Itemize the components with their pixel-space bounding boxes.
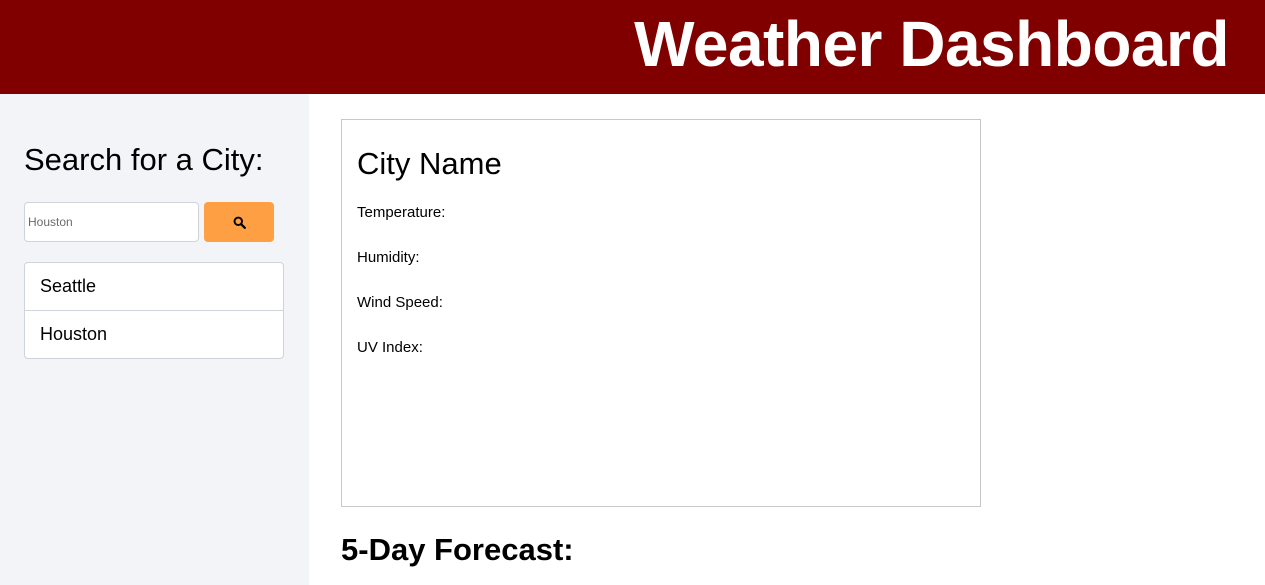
uv-index-label: UV Index: (357, 339, 423, 356)
city-name: City Name (357, 146, 502, 181)
forecast-heading: 5-Day Forecast: (341, 532, 574, 567)
temperature-label: Temperature: (357, 204, 446, 221)
app-title: Weather Dashboard (634, 8, 1229, 80)
search-history-list: Seattle Houston (24, 262, 284, 359)
search-button[interactable] (204, 202, 274, 242)
wind-speed-label: Wind Speed: (357, 294, 443, 311)
history-item-houston[interactable]: Houston (24, 310, 284, 359)
history-item-seattle[interactable]: Seattle (24, 262, 284, 311)
search-icon (233, 216, 246, 229)
current-weather-card: City Name Temperature: Humidity: Wind Sp… (341, 119, 981, 507)
humidity-label: Humidity: (357, 249, 420, 266)
page-header: Weather Dashboard (0, 0, 1265, 94)
sidebar: Search for a City: Seattle Houston (0, 94, 309, 585)
city-search-input[interactable] (24, 202, 199, 242)
search-heading: Search for a City: (24, 142, 264, 177)
